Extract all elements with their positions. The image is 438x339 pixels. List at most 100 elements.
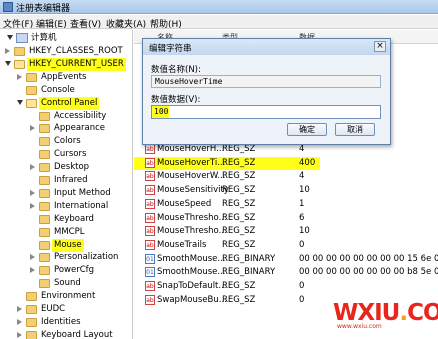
tree-item[interactable]: HKEY_CLASSES_ROOT xyxy=(0,45,132,58)
tree-item[interactable]: Accessibility xyxy=(0,110,132,123)
tree-item[interactable]: Sound xyxy=(0,277,132,290)
tree-item[interactable]: Cursors xyxy=(0,148,132,161)
folder-icon xyxy=(26,85,37,95)
value-data-input[interactable]: 100 xyxy=(151,105,381,119)
string-value-icon: ab xyxy=(145,226,155,237)
expand-arrow-icon[interactable] xyxy=(17,73,22,80)
menu-favorites[interactable]: 收藏夹(A) xyxy=(106,17,146,30)
expand-arrow-icon[interactable] xyxy=(30,125,35,132)
tree-item[interactable]: Console xyxy=(0,84,132,97)
list-row[interactable]: ab MouseHoverTi... REG_SZ 400 xyxy=(134,156,320,170)
tree-item[interactable]: Appearance xyxy=(0,122,132,135)
folder-icon xyxy=(26,317,37,327)
tree-label: Input Method xyxy=(54,187,111,198)
tree-item[interactable]: Infrared xyxy=(0,174,132,187)
list-row[interactable]: ab MouseSensitivity REG_SZ 10 xyxy=(134,184,438,197)
tree-item[interactable]: Control Panel xyxy=(0,96,132,110)
expand-arrow-icon[interactable] xyxy=(30,202,35,209)
tree-item[interactable]: Personalization xyxy=(0,251,132,264)
tree-item[interactable]: Keyboard Layout xyxy=(0,329,132,339)
value-data: 10 xyxy=(299,226,310,237)
tree-label: Personalization xyxy=(54,252,119,263)
value-type: REG_SZ xyxy=(222,281,256,291)
string-value-icon: ab xyxy=(145,198,155,209)
binary-value-icon: 01 xyxy=(145,267,155,278)
value-name: SmoothMouse... xyxy=(157,253,226,264)
tree-label: International xyxy=(54,200,109,211)
tree-item[interactable]: Identities xyxy=(0,316,132,329)
value-data: 400 xyxy=(299,157,316,168)
string-value-icon: ab xyxy=(145,157,155,168)
collapse-arrow-icon[interactable] xyxy=(5,60,11,66)
tree-item[interactable]: Input Method xyxy=(0,187,132,200)
list-row[interactable]: ab MouseHoverW... REG_SZ 4 xyxy=(134,170,438,183)
menu-view[interactable]: 查看(V) xyxy=(70,17,101,30)
menu-edit[interactable]: 编辑(E) xyxy=(36,17,67,30)
folder-icon xyxy=(39,240,50,250)
key-tree-pane[interactable]: 计算机 HKEY_CLASSES_ROOT HKEY_CURRENT_USER Ap… xyxy=(0,30,133,339)
expand-arrow-icon[interactable] xyxy=(30,254,35,261)
value-type: REG_SZ xyxy=(222,157,256,168)
cancel-button[interactable]: 取消 xyxy=(335,123,375,136)
tree-item[interactable]: International xyxy=(0,200,132,213)
expand-arrow-icon[interactable] xyxy=(17,306,22,312)
expand-arrow-icon[interactable] xyxy=(7,35,13,40)
string-value-icon: ab xyxy=(145,185,155,196)
tree-item[interactable]: Environment xyxy=(0,290,132,303)
tree-item[interactable]: EUDC xyxy=(0,303,132,316)
value-data: 4 xyxy=(299,171,305,182)
list-row[interactable]: 01 SmoothMouse... REG_BINARY 00 00 00 00 00… xyxy=(134,266,438,279)
computer-icon xyxy=(16,33,28,43)
list-row[interactable]: ab MouseThresho... REG_SZ 10 xyxy=(134,225,438,238)
expand-arrow-icon[interactable] xyxy=(30,189,35,196)
value-name: SwapMouseBu... xyxy=(157,294,227,305)
value-type: REG_SZ xyxy=(222,171,256,182)
tree-item[interactable]: AppEvents xyxy=(0,71,132,84)
value-name: MouseHoverW... xyxy=(157,171,226,182)
watermark-url: www.wxiu.com xyxy=(337,323,382,330)
tree-label: Colors xyxy=(54,136,81,147)
tree-item[interactable]: Mouse xyxy=(0,238,132,252)
value-type: REG_SZ xyxy=(222,212,256,223)
tree-item[interactable]: Colors xyxy=(0,135,132,148)
folder-icon xyxy=(39,214,50,224)
menu-file[interactable]: 文件(F) xyxy=(3,17,33,30)
expand-arrow-icon[interactable] xyxy=(30,267,35,274)
value-data: 00 00 00 00 00 00 00 00 15 6e 00 00 xyxy=(299,253,438,264)
value-data: 00 00 00 00 00 00 00 00 b8 5e 01 00 xyxy=(299,267,438,278)
tree-item[interactable]: Desktop xyxy=(0,161,132,174)
tree-item[interactable]: MMCPL xyxy=(0,226,132,239)
tree-label: Keyboard xyxy=(54,213,94,224)
string-value-icon: ab xyxy=(145,239,155,250)
registry-editor-icon xyxy=(3,2,13,12)
folder-icon xyxy=(39,137,50,147)
folder-icon xyxy=(39,150,50,160)
folder-icon xyxy=(39,124,50,134)
expand-arrow-icon[interactable] xyxy=(30,164,35,171)
ok-button[interactable]: 确定 xyxy=(287,123,327,136)
list-row[interactable]: ab MouseTrails REG_SZ 0 xyxy=(134,239,438,252)
tree-item[interactable]: HKEY_CURRENT_USER xyxy=(0,57,132,71)
menu-help[interactable]: 帮助(H) xyxy=(150,17,182,30)
expand-arrow-icon[interactable] xyxy=(17,318,22,325)
list-row[interactable]: ab MouseThresho... REG_SZ 6 xyxy=(134,212,438,225)
collapse-arrow-icon[interactable] xyxy=(17,99,23,105)
close-icon[interactable]: × xyxy=(374,41,386,52)
string-value-icon: ab xyxy=(145,281,155,291)
value-data: 0 xyxy=(299,239,305,250)
folder-icon xyxy=(26,72,37,82)
value-data-text: 100 xyxy=(152,106,169,118)
list-row[interactable]: ab SnapToDefault... REG_SZ 0 xyxy=(134,280,438,293)
value-name: MouseTrails xyxy=(157,239,207,250)
string-value-icon: ab xyxy=(145,294,155,305)
list-row[interactable]: ab MouseSpeed REG_SZ 1 xyxy=(134,198,438,211)
expand-arrow-icon[interactable] xyxy=(5,48,10,54)
tree-item-computer[interactable]: 计算机 xyxy=(0,32,132,45)
value-name: MouseSpeed xyxy=(157,198,212,209)
tree-item[interactable]: PowerCfg xyxy=(0,264,132,277)
value-name-label: 数值名称(N): xyxy=(151,65,201,75)
tree-item[interactable]: Keyboard xyxy=(0,213,132,226)
tree-label: Sound xyxy=(54,278,81,289)
expand-arrow-icon[interactable] xyxy=(17,331,22,338)
list-row[interactable]: 01 SmoothMouse... REG_BINARY 00 00 00 00 00… xyxy=(134,253,438,266)
